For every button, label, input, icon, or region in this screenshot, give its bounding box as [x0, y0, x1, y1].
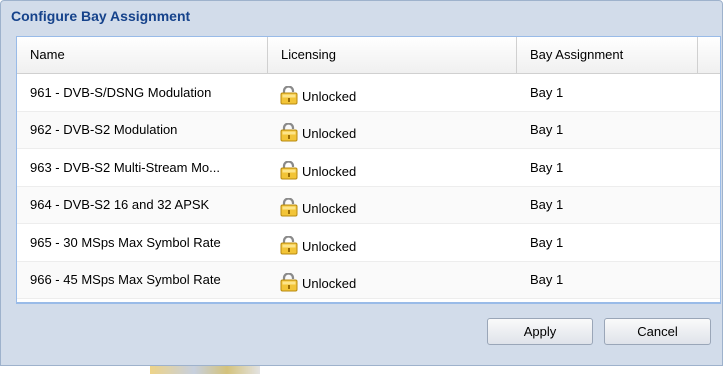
grid-body: 961 - DVB-S/DSNG Modulation Unlocked Bay… — [17, 74, 720, 299]
licensing-status: Unlocked — [302, 201, 357, 216]
table-row[interactable]: 961 - DVB-S/DSNG Modulation Unlocked Bay… — [17, 74, 720, 112]
feature-name-cell: 965 - 30 MSps Max Symbol Rate — [30, 234, 221, 250]
feature-name-cell: 962 - DVB-S2 Modulation — [30, 122, 178, 138]
licensing-cell: Unlocked — [268, 149, 517, 186]
bay-assignment-cell[interactable]: Bay 1 — [517, 224, 698, 261]
table-row[interactable]: 965 - 30 MSps Max Symbol Rate Unlocked B… — [17, 224, 720, 262]
licensing-status: Unlocked — [302, 276, 357, 291]
licensing-status: Unlocked — [302, 88, 357, 104]
table-row[interactable]: 963 - DVB-S2 Multi-Stream Mo... Unlocked… — [17, 149, 720, 187]
licensing-cell: Unlocked — [268, 74, 517, 111]
bay-assignment-cell[interactable]: Bay 1 — [517, 74, 698, 111]
unlocked-padlock-icon — [280, 122, 300, 142]
apply-button[interactable]: Apply — [487, 318, 593, 345]
grid-bottom-border — [16, 303, 721, 304]
licensing-cell: Unlocked — [268, 187, 517, 224]
unlocked-padlock-icon — [280, 197, 300, 217]
table-row[interactable]: 964 - DVB-S2 16 and 32 APSK Unlocked Bay… — [17, 186, 720, 224]
cancel-button[interactable]: Cancel — [604, 318, 711, 345]
licensing-status: Unlocked — [302, 163, 357, 179]
grid-header: Name Licensing Bay Assignment — [17, 37, 720, 74]
licensing-status: Unlocked — [302, 126, 357, 141]
licensing-cell: Unlocked — [268, 112, 517, 149]
column-header-name[interactable]: Name — [17, 37, 268, 73]
feature-grid: Name Licensing Bay Assignment 961 - DVB-… — [16, 36, 721, 303]
feature-name-cell: 966 - 45 MSps Max Symbol Rate — [30, 272, 221, 288]
column-header-bay-assignment[interactable]: Bay Assignment — [517, 37, 698, 73]
licensing-cell: Unlocked — [268, 224, 517, 261]
bay-assignment-cell[interactable]: Bay 1 — [517, 112, 698, 149]
bay-assignment-cell[interactable]: Bay 1 — [517, 262, 698, 299]
column-header-licensing[interactable]: Licensing — [268, 37, 517, 73]
feature-name-cell: 961 - DVB-S/DSNG Modulation — [30, 84, 212, 100]
bay-assignment-cell[interactable]: Bay 1 — [517, 187, 698, 224]
unlocked-padlock-icon — [280, 84, 300, 105]
feature-name-cell: 964 - DVB-S2 16 and 32 APSK — [30, 197, 210, 213]
licensing-cell: Unlocked — [268, 262, 517, 299]
table-row[interactable]: 966 - 45 MSps Max Symbol Rate Unlocked B… — [17, 261, 720, 299]
configure-bay-assignment-dialog: Configure Bay Assignment Name Licensing … — [0, 0, 723, 366]
unlocked-padlock-icon — [280, 234, 300, 255]
bay-assignment-cell[interactable]: Bay 1 — [517, 149, 698, 186]
unlocked-padlock-icon — [280, 159, 300, 180]
background-window-fragment — [150, 366, 260, 374]
unlocked-padlock-icon — [280, 272, 300, 292]
feature-name-cell: 963 - DVB-S2 Multi-Stream Mo... — [30, 159, 220, 175]
table-row[interactable]: 962 - DVB-S2 Modulation Unlocked Bay 1 — [17, 111, 720, 149]
dialog-title: Configure Bay Assignment — [11, 8, 191, 24]
column-header-spacer — [698, 37, 720, 73]
licensing-status: Unlocked — [302, 238, 357, 254]
